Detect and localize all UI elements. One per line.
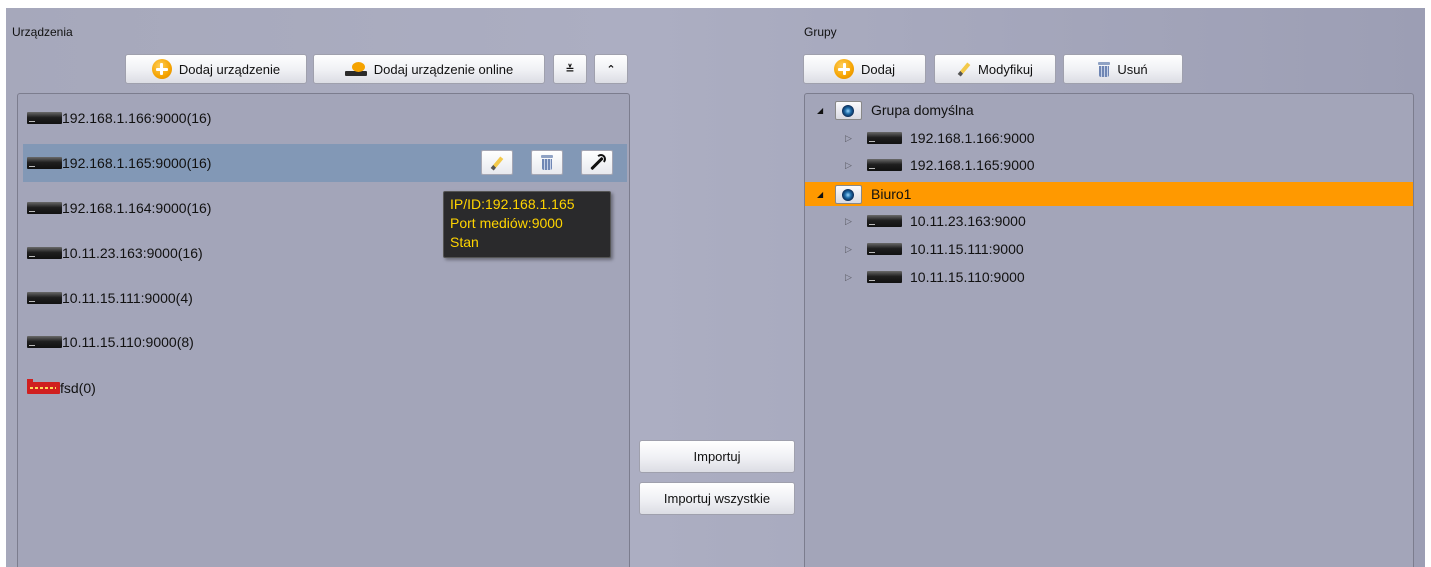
nvr-device-icon [867,159,902,171]
expanded-arrow-icon[interactable]: ◢ [817,106,827,115]
nvr-device-icon [867,132,902,144]
dvr-device-icon [27,379,60,394]
group-device-label: 10.11.15.111:9000 [910,241,1024,257]
collapsed-arrow-icon[interactable]: ▷ [845,160,855,171]
device-label: 10.11.15.110:9000(8) [62,334,194,350]
pencil-icon [957,62,971,76]
nvr-device-icon [27,112,62,124]
camera-group-icon [835,100,862,120]
group-device-node[interactable]: ▷ 10.11.23.163:9000 [845,209,1026,233]
camera-group-icon [835,184,862,204]
pencil-icon [490,156,504,170]
group-device-label: 192.168.1.165:9000 [910,157,1035,173]
collapsed-arrow-icon[interactable]: ▷ [845,272,855,283]
double-chevron-down-icon: ≚ [565,62,575,76]
import-all-label: Importuj wszystkie [663,491,771,506]
device-label: 192.168.1.165:9000(16) [62,155,212,171]
group-device-label: 10.11.23.163:9000 [910,213,1026,229]
modify-group-button[interactable]: Modyfikuj [934,54,1056,84]
device-list[interactable]: 192.168.1.166:9000(16) 192.168.1.165:900… [17,93,630,567]
group-device-label: 10.11.15.110:9000 [910,269,1025,285]
import-button[interactable]: Importuj [639,440,795,473]
device-label: 10.11.15.111:9000(4) [62,290,193,306]
delete-group-button[interactable]: Usuń [1063,54,1183,84]
group-device-label: 192.168.1.166:9000 [910,130,1035,146]
device-label: 192.168.1.166:9000(16) [62,110,212,126]
delete-group-label: Usuń [1117,61,1148,77]
edit-device-button[interactable] [481,150,513,175]
collapsed-arrow-icon[interactable]: ▷ [845,133,855,144]
nvr-device-icon [27,247,62,259]
add-online-device-label: Dodaj urządzenie online [373,61,514,77]
device-row[interactable]: fsd(0) [23,369,627,407]
right-edge [1425,0,1431,567]
add-online-device-button[interactable]: Dodaj urządzenie online [313,54,545,84]
cloud-icon [344,62,367,76]
tooltip-status: Stan [450,234,479,250]
group-name: Grupa domyślna [871,102,974,118]
nvr-device-icon [867,271,902,283]
group-device-node[interactable]: ▷ 192.168.1.166:9000 [845,126,1035,150]
wrench-icon [588,153,606,172]
add-device-label: Dodaj urządzenie [178,61,281,77]
nvr-device-icon [27,202,62,214]
expanded-arrow-icon[interactable]: ◢ [817,190,827,199]
trash-icon [1098,61,1111,77]
add-device-button[interactable]: Dodaj urządzenie [125,54,307,84]
groups-section-title: Grupy [804,25,837,39]
configure-device-button[interactable] [581,150,613,175]
import-all-button[interactable]: Importuj wszystkie [639,482,795,515]
collapse-all-button[interactable]: ⌃ [594,54,628,84]
tooltip-port: Port mediów:9000 [450,215,563,231]
group-node[interactable]: ◢ Grupa domyślna [817,98,974,122]
devices-section-title: Urządzenia [12,25,73,39]
expand-all-button[interactable]: ≚ [553,54,587,84]
add-group-label: Dodaj [861,61,895,77]
double-chevron-up-icon: ⌃ [606,62,616,76]
group-name: Biuro1 [871,186,912,202]
tooltip-ip: IP/ID:192.168.1.165 [450,196,575,212]
top-edge [0,0,1431,8]
nvr-device-icon [27,292,62,304]
device-row-selected[interactable]: 192.168.1.165:9000(16) [23,144,627,182]
nvr-device-icon [867,215,902,227]
device-label: fsd(0) [60,380,96,396]
plus-icon [834,59,855,79]
nvr-device-icon [27,157,62,169]
group-node-selected[interactable]: ◢ Biuro1 [805,182,1413,206]
add-group-button[interactable]: Dodaj [803,54,926,84]
device-row[interactable]: 192.168.1.166:9000(16) [23,99,627,137]
plus-icon [151,59,172,79]
trash-icon [541,155,553,170]
nvr-device-icon [867,243,902,255]
delete-device-button[interactable] [531,150,563,175]
group-device-node[interactable]: ▷ 192.168.1.165:9000 [845,153,1035,177]
device-row[interactable]: 10.11.15.110:9000(8) [23,323,627,361]
collapsed-arrow-icon[interactable]: ▷ [845,244,855,255]
left-edge [0,0,6,567]
device-label: 192.168.1.164:9000(16) [62,200,212,216]
device-label: 10.11.23.163:9000(16) [62,245,203,261]
device-tooltip: IP/ID:192.168.1.165 Port mediów:9000 Sta… [443,191,611,258]
import-label: Importuj [693,449,741,464]
device-row[interactable]: 10.11.15.111:9000(4) [23,279,627,317]
nvr-device-icon [27,336,62,348]
group-device-node[interactable]: ▷ 10.11.15.111:9000 [845,237,1024,261]
collapsed-arrow-icon[interactable]: ▷ [845,216,855,227]
group-tree[interactable]: ◢ Grupa domyślna ▷ 192.168.1.166:9000 ▷ … [804,93,1414,567]
group-device-node[interactable]: ▷ 10.11.15.110:9000 [845,265,1025,289]
modify-group-label: Modyfikuj [978,61,1033,77]
